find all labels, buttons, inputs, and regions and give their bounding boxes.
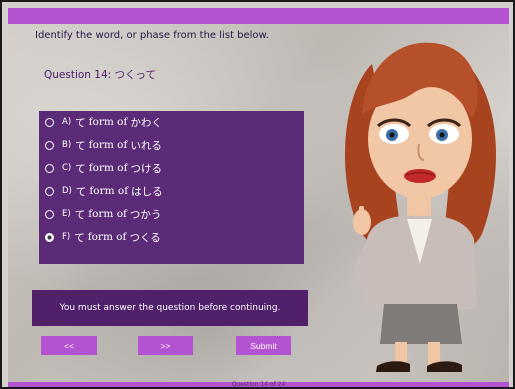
option-verb: はしる xyxy=(131,185,163,198)
radio-button[interactable] xyxy=(45,163,54,173)
option-prefix: て xyxy=(75,116,86,129)
option-mid: form of xyxy=(87,231,127,243)
option-d[interactable]: D) て form of はしる xyxy=(39,180,163,202)
question-progress: Question 14 of 24 xyxy=(231,381,286,388)
option-mid: form of xyxy=(88,162,128,174)
option-prefix: て xyxy=(75,139,86,152)
option-e[interactable]: E) て form of つかう xyxy=(39,203,161,225)
option-prefix: て xyxy=(75,162,86,175)
radio-button[interactable] xyxy=(45,209,54,219)
option-verb: つける xyxy=(130,162,163,175)
cartoon-woman-illustration xyxy=(332,34,507,378)
next-button[interactable]: >> xyxy=(138,336,193,355)
quiz-frame: Identify the word, or phase from the lis… xyxy=(0,0,515,389)
option-letter: A) xyxy=(62,117,72,127)
options-panel: A) て form of かわく B) て form of いれる C) て f… xyxy=(39,111,304,264)
option-f[interactable]: F) て form of つくる xyxy=(39,226,161,248)
option-mid: form of xyxy=(88,139,128,151)
option-letter: D) xyxy=(62,186,72,196)
radio-button[interactable] xyxy=(45,140,54,150)
option-letter: F) xyxy=(62,232,71,242)
question-text: Question 14: つくって xyxy=(44,69,157,81)
option-mid: form of xyxy=(88,208,127,220)
top-bar xyxy=(8,8,509,24)
option-prefix: て xyxy=(74,208,86,221)
option-letter: E) xyxy=(62,209,71,219)
option-letter: C) xyxy=(62,163,72,173)
option-verb: かわく xyxy=(130,116,162,129)
option-a[interactable]: A) て form of かわく xyxy=(39,111,162,133)
bottom-bar: Question 14 of 24 xyxy=(8,381,509,388)
option-prefix: て xyxy=(74,231,85,244)
radio-button[interactable] xyxy=(45,186,54,196)
radio-button-selected[interactable] xyxy=(45,232,54,242)
option-verb: いれる xyxy=(130,139,162,152)
option-prefix: て xyxy=(75,185,87,198)
instructions-text: Identify the word, or phase from the lis… xyxy=(35,30,269,41)
radio-button[interactable] xyxy=(45,117,54,127)
option-letter: B) xyxy=(62,140,72,150)
option-mid: form of xyxy=(88,116,128,128)
option-verb: つくる xyxy=(129,231,161,244)
option-b[interactable]: B) て form of いれる xyxy=(39,134,162,156)
option-c[interactable]: C) て form of つける xyxy=(39,157,162,179)
submit-button[interactable]: Submit xyxy=(236,336,291,355)
option-mid: form of xyxy=(89,185,129,197)
validation-message: You must answer the question before cont… xyxy=(32,290,308,326)
previous-button[interactable]: << xyxy=(41,336,97,355)
option-verb: つかう xyxy=(129,208,162,221)
